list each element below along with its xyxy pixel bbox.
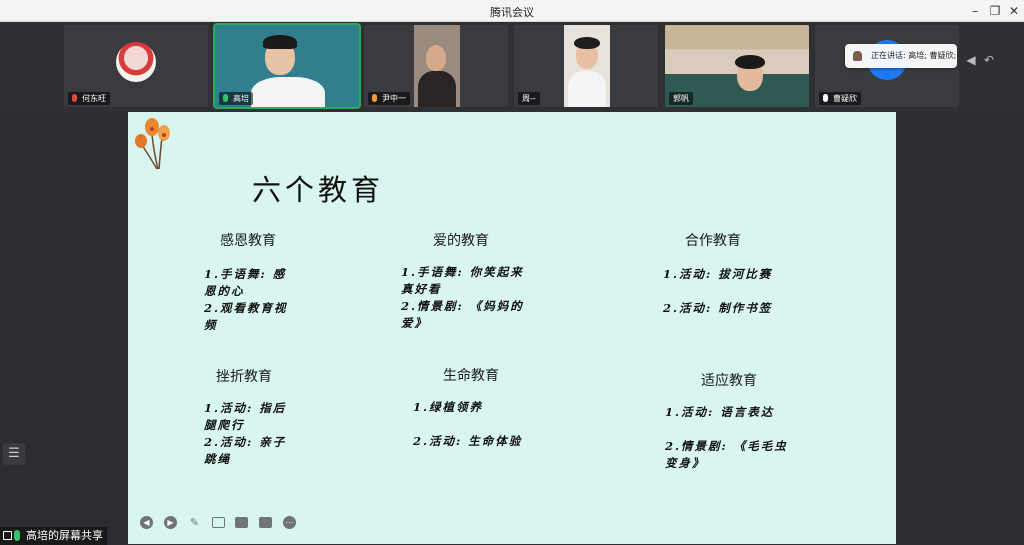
section-heading: 爱的教育 — [433, 232, 489, 248]
previous-slide-icon[interactable]: ◀ — [140, 516, 153, 529]
participant-name: 何东旺 — [68, 92, 110, 105]
section-heading: 感恩教育 — [220, 232, 276, 248]
section-heading: 挫折教育 — [216, 368, 272, 384]
section-items: 1.活动: 语言表达 2.情景剧: 《毛毛虫 变身》 — [665, 405, 788, 470]
next-slide-icon[interactable]: ▶ — [164, 516, 177, 529]
prev-page-icon[interactable]: ◀ — [962, 53, 980, 67]
screenshot-icon[interactable] — [212, 517, 225, 528]
restore-icon[interactable]: ❐ — [986, 2, 1004, 20]
participant-tile[interactable]: 郭帆 — [665, 25, 809, 107]
minimize-icon[interactable]: – — [966, 2, 984, 20]
speaker-icon — [853, 51, 862, 61]
more-icon[interactable]: ⋯ — [283, 516, 296, 529]
section-items: 1.绿植领养 2.活动: 生命体验 — [413, 400, 523, 448]
slide-title: 六个教育 — [252, 173, 385, 207]
window-title: 腾讯会议 — [490, 6, 534, 19]
section-frustration: 挫折教育 1.活动: 指后 腿爬行 2.活动: 亲子 跳绳 — [204, 366, 284, 466]
section-items: 1.手语舞: 感 恩的心 2.观看教育视 频 — [204, 267, 288, 332]
mic-icon — [823, 94, 828, 102]
section-items: 1.活动: 拔河比赛 2.活动: 制作书签 — [663, 267, 773, 315]
participant-tile-active[interactable]: 高培 — [213, 23, 361, 109]
presentation-slide: 六个教育 感恩教育 1.手语舞: 感 恩的心 2.观看教育视 频 爱的教育 1.… — [128, 112, 896, 544]
speaking-indicator: 正在讲话: 高培; 曹疑欣; — [845, 44, 957, 68]
section-gratitude: 感恩教育 1.手语舞: 感 恩的心 2.观看教育视 频 — [204, 230, 286, 332]
section-items: 1.手语舞: 你笑起来 真好看 2.情景剧: 《妈妈的 爱》 — [401, 265, 524, 330]
avatar — [116, 42, 156, 82]
participant-name: 曹疑欣 — [819, 92, 861, 105]
meeting-window: 腾讯会议 – ❐ ✕ 何东旺 高培 尹中一 周-- 郭帆 曹疑欣 正在讲话: 高… — [0, 0, 1024, 545]
participant-tile[interactable]: 周-- — [514, 25, 658, 107]
participant-name: 周-- — [518, 92, 540, 105]
phone-icon — [372, 94, 377, 102]
strip-navigation: ◀ ↶ — [962, 49, 1006, 67]
participant-name: 高培 — [219, 92, 253, 105]
title-bar: 腾讯会议 – ❐ ✕ — [0, 0, 1024, 22]
mic-on-icon — [223, 94, 228, 102]
section-heading: 生命教育 — [443, 367, 499, 383]
close-icon[interactable]: ✕ — [1005, 2, 1023, 20]
participant-name: 郭帆 — [669, 92, 693, 105]
list-icon[interactable]: ☰ — [3, 443, 25, 465]
subtitle-icon[interactable] — [259, 517, 272, 528]
mic-muted-icon — [72, 94, 77, 102]
section-adaptation: 适应教育 1.活动: 语言表达 2.情景剧: 《毛毛虫 变身》 — [665, 370, 786, 470]
screen-share-label: 高培的屏幕共享 — [0, 527, 107, 545]
mic-on-icon — [14, 530, 20, 541]
section-love: 爱的教育 1.手语舞: 你笑起来 真好看 2.情景剧: 《妈妈的 爱》 — [401, 230, 522, 330]
screen-share-icon — [3, 531, 12, 540]
section-heading: 适应教育 — [701, 372, 757, 388]
section-life: 生命教育 1.绿植领养 2.活动: 生命体验 — [413, 365, 520, 448]
section-heading: 合作教育 — [685, 232, 741, 248]
participant-tile[interactable]: 尹中一 — [364, 25, 508, 107]
section-items: 1.活动: 指后 腿爬行 2.活动: 亲子 跳绳 — [204, 401, 287, 466]
section-cooperation: 合作教育 1.活动: 拔河比赛 2.活动: 制作书签 — [663, 230, 770, 315]
camera-icon[interactable] — [235, 517, 248, 528]
participant-name: 尹中一 — [368, 92, 410, 105]
participant-tile[interactable]: 何东旺 — [64, 25, 208, 107]
screen-share-area: ☰ 六个教育 感恩教育 1.手语舞: 感 恩的心 2.观看教育视 频 爱的教育 … — [0, 112, 1024, 545]
pen-icon[interactable]: ✎ — [188, 516, 201, 529]
flower-decoration-icon — [135, 118, 170, 170]
next-page-icon[interactable]: ↶ — [980, 53, 998, 67]
